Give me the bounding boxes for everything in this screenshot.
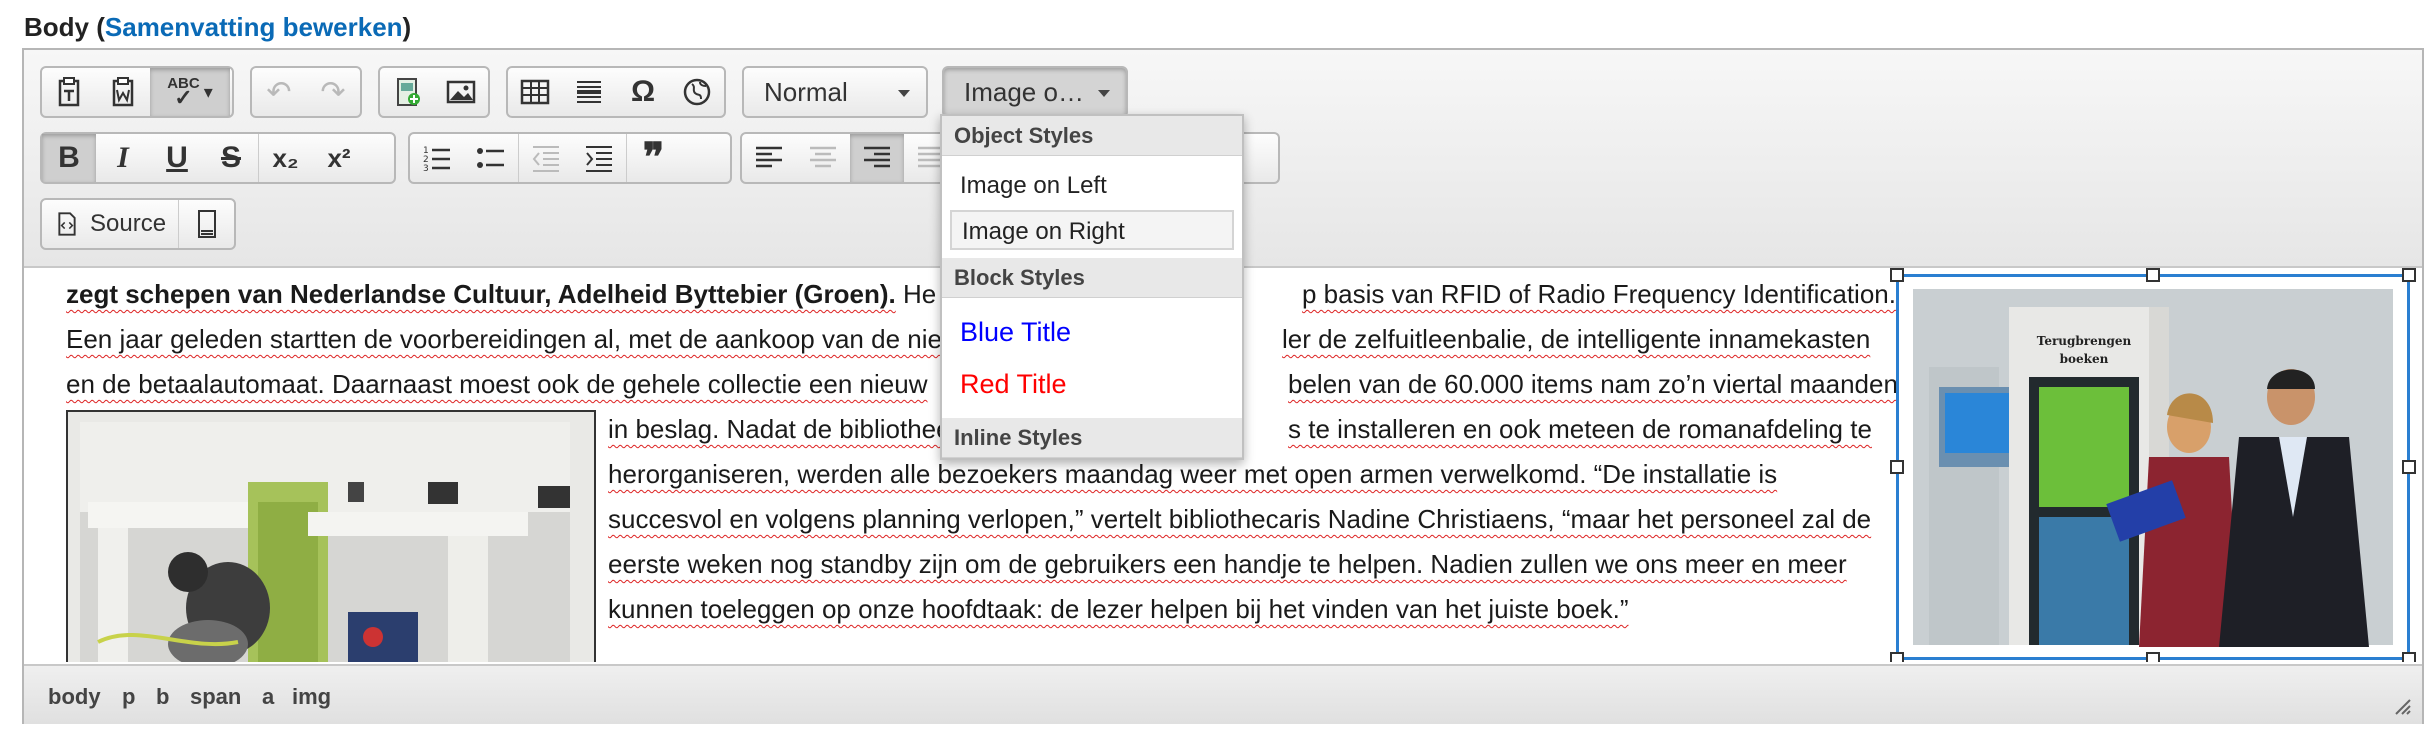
source-group: Source	[40, 198, 236, 250]
spellcheck-button[interactable]: ABC ✓ ▾	[150, 68, 230, 116]
subscript-icon[interactable]: x₂	[258, 134, 312, 182]
right-photo[interactable]: Terugbrengen boeken	[1896, 274, 2410, 660]
library-install-photo	[68, 412, 594, 662]
resize-handle-tl[interactable]	[1890, 268, 1904, 282]
path-body[interactable]: body	[48, 684, 101, 710]
paste-text-icon[interactable]	[42, 68, 96, 116]
resize-handle-bl[interactable]	[1890, 652, 1904, 662]
photo-sign-line2: boeken	[2060, 352, 2109, 366]
content-line-4a: in beslag. Nadat de bibliotheek	[608, 414, 964, 444]
blockquote-icon[interactable]: ❞	[626, 134, 680, 182]
align-right-icon[interactable]	[850, 134, 904, 182]
resize-grip-icon[interactable]	[2392, 696, 2412, 716]
format-caret-icon	[898, 90, 910, 97]
chevron-down-icon: ▾	[203, 81, 213, 102]
styles-caret-icon	[1098, 90, 1110, 97]
styles-dropdown: Object Styles Image on Left Image on Rig…	[940, 114, 1244, 460]
redo-icon[interactable]: ↷	[306, 68, 360, 116]
field-label-text: Body	[24, 12, 89, 42]
format-select[interactable]: Normal	[742, 66, 928, 118]
maximize-icon[interactable]	[178, 200, 234, 248]
styles-select-value: Image o…	[964, 76, 1084, 107]
content-line-3b: belen van de 60.000 items nam zo’n viert…	[1288, 369, 1898, 399]
italic-icon[interactable]: I	[96, 134, 150, 182]
inline-styles-header: Inline Styles	[942, 418, 1242, 458]
format-select-value: Normal	[764, 76, 848, 107]
align-group	[740, 132, 960, 184]
element-path-bar: body p b span a img	[24, 664, 2422, 724]
resize-handle-bm[interactable]	[2146, 652, 2160, 662]
bulleted-list-icon[interactable]	[464, 134, 518, 182]
paste-from-word-icon[interactable]	[96, 68, 150, 116]
underline-icon[interactable]: U	[150, 134, 204, 182]
edit-summary-link[interactable]: Samenvatting bewerken	[105, 12, 403, 42]
bold-icon[interactable]: B	[42, 134, 96, 182]
resize-handle-tm[interactable]	[2146, 268, 2160, 282]
content-line-8: kunnen toeleggen op onze hoofdtaak: de l…	[608, 594, 1629, 624]
block-styles-header: Block Styles	[942, 258, 1242, 298]
style-image-left[interactable]: Image on Left	[950, 166, 1234, 206]
paren-open: (	[89, 12, 105, 42]
librarians-photo: Terugbrengen boeken	[1899, 277, 2407, 657]
paren-close: )	[402, 12, 412, 42]
path-span[interactable]: span	[190, 684, 241, 710]
image-icon[interactable]	[434, 68, 488, 116]
strikethrough-icon[interactable]: S	[204, 134, 258, 182]
content-line-1b: p basis van RFID of Radio Frequency Iden…	[1302, 279, 1896, 309]
content-line-3a: en de betaalautomaat. Daarnaast moest oo…	[66, 369, 928, 399]
insert-group	[378, 66, 490, 118]
content-line-2a: Een jaar geleden startten de voorbereidi…	[66, 324, 942, 354]
object-styles-header: Object Styles	[942, 116, 1242, 156]
insert-media-icon[interactable]	[380, 68, 434, 116]
table-group: Ω	[506, 66, 726, 118]
content-line-4b: s te installeren en ook meteen de romana…	[1288, 414, 1872, 444]
content-line-2b: ler de zelfuitleenbalie, de intelligente…	[1282, 324, 1871, 354]
horizontal-line-icon[interactable]	[562, 68, 616, 116]
styles-select[interactable]: Image o…	[942, 66, 1128, 118]
resize-handle-br[interactable]	[2402, 652, 2416, 662]
basic-styles-group: B I U S x₂ x²	[40, 132, 396, 184]
path-b[interactable]: b	[156, 684, 169, 710]
list-group: 123 ❞	[408, 132, 732, 184]
content-line-7: eerste weken nog standby zijn om de gebr…	[608, 549, 1847, 579]
spellcheck-icon: ABC ✓	[167, 74, 200, 110]
content-line-1: zegt schepen van Nederlandse Cultuur, Ad…	[66, 272, 936, 317]
superscript-icon[interactable]: x²	[312, 134, 366, 182]
outdent-icon[interactable]	[518, 134, 572, 182]
align-left-icon[interactable]	[742, 134, 796, 182]
style-blue-title[interactable]: Blue Title	[950, 312, 1234, 352]
undo-group: ↶ ↷	[250, 66, 362, 118]
source-label: Source	[90, 210, 167, 237]
content-line-6: succesvol en volgens planning verlopen,”…	[608, 504, 1872, 534]
resize-handle-tr[interactable]	[2402, 268, 2416, 282]
path-p[interactable]: p	[122, 684, 135, 710]
style-image-right[interactable]: Image on Right	[950, 210, 1234, 250]
bold-lead-text: zegt schepen van Nederlandse Cultuur, Ad…	[66, 279, 896, 309]
undo-icon[interactable]: ↶	[252, 68, 306, 116]
special-char-icon[interactable]: Ω	[616, 68, 670, 116]
source-icon	[58, 212, 76, 236]
source-button[interactable]: Source	[42, 200, 178, 248]
path-a[interactable]: a	[262, 684, 274, 710]
table-icon[interactable]	[508, 68, 562, 116]
iframe-icon[interactable]	[670, 68, 724, 116]
clipboard-group: ABC ✓ ▾	[40, 66, 234, 118]
left-photo[interactable]	[66, 410, 596, 662]
resize-handle-ml[interactable]	[1890, 460, 1904, 474]
path-img[interactable]: img	[292, 684, 331, 710]
indent-icon[interactable]	[572, 134, 626, 182]
style-red-title[interactable]: Red Title	[950, 364, 1234, 404]
field-label: Body (Samenvatting bewerken)	[24, 12, 411, 43]
resize-handle-mr[interactable]	[2402, 460, 2416, 474]
align-center-icon[interactable]	[796, 134, 850, 182]
svg-text:3: 3	[423, 164, 429, 174]
hidden-group-edge	[1244, 132, 1280, 184]
numbered-list-icon[interactable]: 123	[410, 134, 464, 182]
photo-sign-line1: Terugbrengen	[2037, 334, 2132, 348]
content-line-1a: He	[903, 279, 937, 309]
